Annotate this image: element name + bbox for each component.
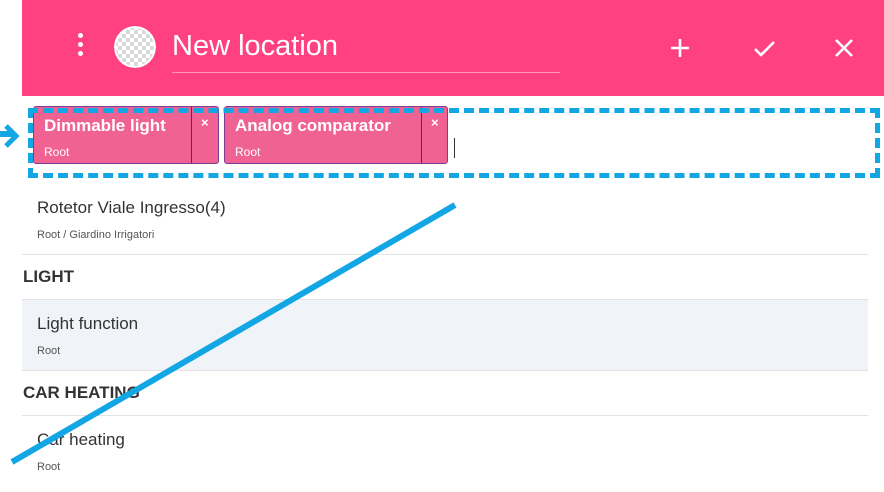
title-field[interactable]: New location [172,24,560,73]
location-list: Rotetor Viale Ingresso(4) Root / Giardin… [22,184,868,486]
text-caret [454,138,455,158]
list-item[interactable]: Light function Root [22,300,868,371]
list-item[interactable]: Car heating Root [22,416,868,486]
chip-label: Dimmable light [44,116,166,135]
list-item[interactable]: Rotetor Viale Ingresso(4) Root / Giardin… [22,184,868,255]
confirm-button[interactable] [748,32,780,64]
checkerboard-avatar-icon[interactable] [114,26,156,68]
section-header: LIGHT [22,255,868,300]
list-item-name: Car heating [37,430,125,449]
chip-dimmable-light[interactable]: Dimmable light Root × [33,106,219,164]
page-title[interactable]: New location [172,24,560,68]
list-item-path: Root [37,461,61,473]
more-vert-icon[interactable] [72,33,88,63]
chip-remove-icon[interactable]: × [431,115,439,130]
list-item-name: Rotetor Viale Ingresso(4) [37,198,226,217]
plus-icon [671,39,689,57]
list-item-name: Light function [37,314,139,333]
list-item-path: Root [37,345,61,357]
check-icon [754,41,775,57]
add-button[interactable] [664,32,696,64]
chip-remove-icon[interactable]: × [201,115,209,130]
chip-label: Analog comparator [235,116,391,135]
close-button[interactable] [828,32,860,64]
section-header: CAR HEATING [22,371,868,416]
chip-path: Root [235,145,261,159]
app-header: New location [22,0,884,96]
list-item-path: Root / Giardino Irrigatori [37,229,155,241]
selected-locations-input[interactable]: Dimmable light Root × Analog comparator … [22,96,884,184]
chip-analog-comparator[interactable]: Analog comparator Root × [224,106,448,164]
close-icon [835,39,853,57]
chip-path: Root [44,145,70,159]
section-title: LIGHT [23,267,74,286]
section-title: CAR HEATING [23,383,140,402]
